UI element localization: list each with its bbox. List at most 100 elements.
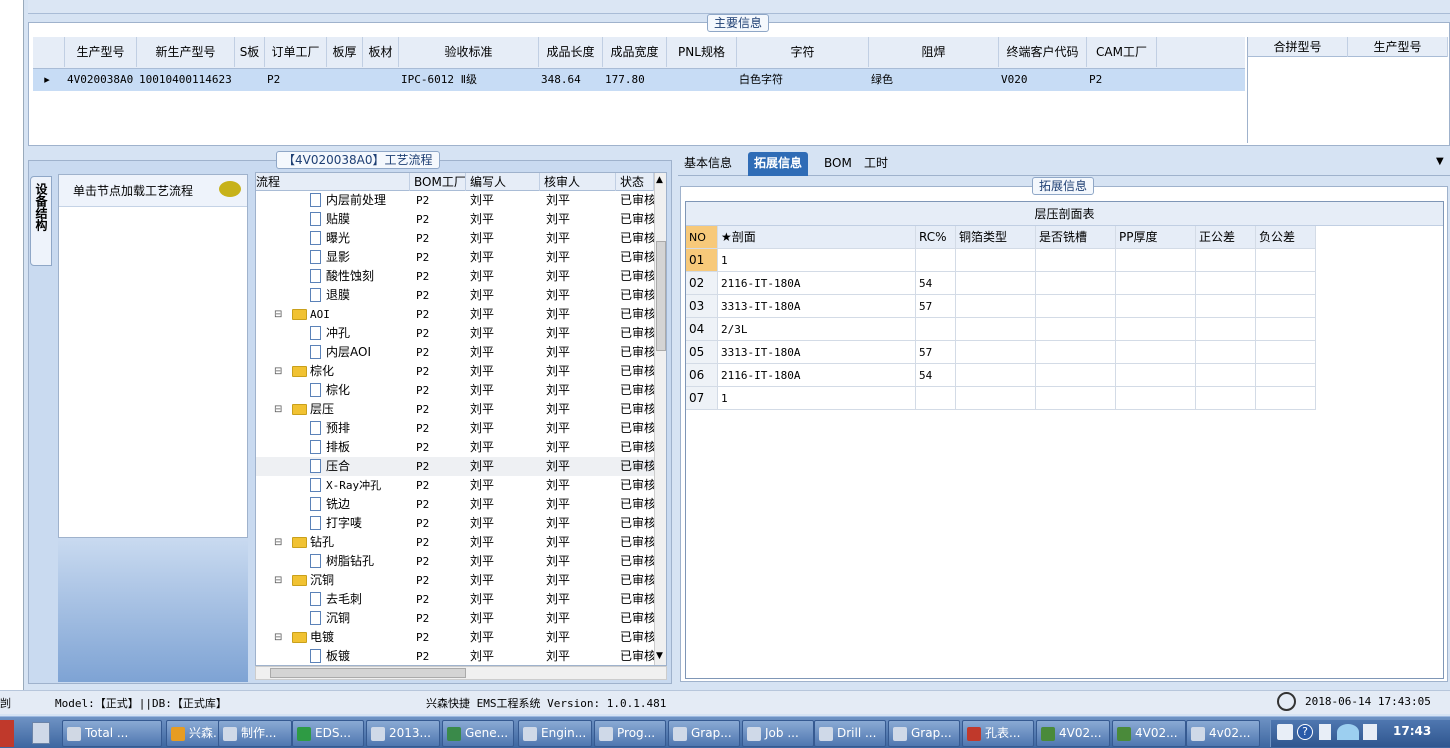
table-cell[interactable]: 06 [686, 364, 718, 387]
grid-cell[interactable]: 白色字符 [739, 69, 871, 91]
tree-node-label[interactable]: X-Ray冲孔 [326, 476, 381, 495]
tree-row[interactable]: X-Ray冲孔 P2 刘平 刘平 已审核 [256, 476, 666, 495]
taskbar-item[interactable]: Engin... [518, 720, 592, 747]
scroll-down-icon[interactable]: ▼ [656, 651, 663, 661]
tree-node-label[interactable]: 打字唛 [326, 514, 362, 533]
table-cell[interactable]: 57 [916, 341, 956, 364]
tab-2[interactable]: BOM [818, 152, 858, 176]
table-cell[interactable] [956, 387, 1036, 410]
table-cell[interactable]: 2/3L [718, 318, 916, 341]
table-cell[interactable] [956, 249, 1036, 272]
quicklaunch-icon[interactable] [32, 722, 50, 744]
table-cell[interactable] [1256, 387, 1316, 410]
dropdown-arrow-icon[interactable]: ▼ [1436, 156, 1444, 167]
collapse-icon[interactable]: ⊟ [274, 571, 282, 590]
table-cell[interactable] [1116, 364, 1196, 387]
grid-cell[interactable] [329, 69, 365, 91]
hscroll-thumb[interactable] [270, 668, 466, 678]
grid-cell[interactable] [237, 69, 267, 91]
column-header[interactable]: PNL规格 [667, 37, 737, 67]
tree-node-label[interactable]: 酸性蚀刻 [326, 267, 374, 286]
table-cell[interactable] [1116, 272, 1196, 295]
taskbar-item[interactable]: Grap... [888, 720, 960, 747]
tab-1[interactable]: 拓展信息 [748, 152, 809, 176]
tree-node-label[interactable]: 曝光 [326, 229, 350, 248]
grid-cell[interactable]: 绿色 [871, 69, 1001, 91]
table-cell[interactable] [1036, 249, 1116, 272]
table-cell[interactable] [956, 318, 1036, 341]
table-cell[interactable]: 1 [718, 387, 916, 410]
tree-node-label[interactable]: 内层AOI [326, 343, 371, 362]
tree-column-header[interactable]: BOM工厂 [410, 173, 466, 191]
table-cell[interactable] [1116, 387, 1196, 410]
network-icon[interactable] [1337, 724, 1359, 740]
table-cell[interactable] [1256, 341, 1316, 364]
table-cell[interactable] [1116, 318, 1196, 341]
column-header[interactable]: 阻焊 [869, 37, 999, 67]
tree-row[interactable]: ⊟ 电镀 P2 刘平 刘平 已审核 [256, 628, 666, 647]
tree-row[interactable]: 贴膜 P2 刘平 刘平 已审核 [256, 210, 666, 229]
tree-row[interactable]: ⊟ 沉铜 P2 刘平 刘平 已审核 [256, 571, 666, 590]
tab-3[interactable]: 工时 [858, 152, 894, 176]
column-header[interactable]: S板 [235, 37, 265, 67]
splitter-handle[interactable] [248, 176, 254, 676]
table-cell[interactable] [1256, 318, 1316, 341]
column-header[interactable]: 新生产型号 [137, 37, 235, 67]
table-cell[interactable]: 3313-IT-180A [718, 341, 916, 364]
table-cell[interactable]: 2116-IT-180A [718, 272, 916, 295]
tree-node-label[interactable]: 显影 [326, 248, 350, 267]
tree-node-label[interactable]: 排板 [326, 438, 350, 457]
tree-node-label[interactable]: 板镀 [326, 647, 350, 665]
column-header[interactable]: CAM工厂 [1087, 37, 1157, 67]
table-cell[interactable] [1036, 341, 1116, 364]
collapse-icon[interactable]: ⊟ [274, 305, 282, 324]
tree-node-label[interactable]: 棕化 [310, 362, 334, 381]
collapse-icon[interactable]: ⊟ [274, 400, 282, 419]
tree-row[interactable]: ⊟ AOI P2 刘平 刘平 已审核 [256, 305, 666, 324]
tree-node-label[interactable]: 预排 [326, 419, 350, 438]
column-header[interactable]: 生产型号 [1348, 37, 1448, 57]
column-header[interactable]: 板材 [363, 37, 399, 67]
table-cell[interactable]: 02 [686, 272, 718, 295]
grid-cell[interactable]: 348.64 [541, 69, 605, 91]
column-header[interactable]: 成品长度 [539, 37, 603, 67]
table-cell[interactable] [1256, 249, 1316, 272]
tab-0[interactable]: 基本信息 [678, 152, 738, 176]
taskbar-item[interactable]: Job ... [742, 720, 814, 747]
table-column-header[interactable]: ★剖面 [718, 226, 916, 249]
table-cell[interactable]: 07 [686, 387, 718, 410]
tree-row[interactable]: 内层AOI P2 刘平 刘平 已审核 [256, 343, 666, 362]
table-column-header[interactable]: NO [686, 226, 718, 249]
tree-row[interactable]: 排板 P2 刘平 刘平 已审核 [256, 438, 666, 457]
table-cell[interactable] [956, 364, 1036, 387]
taskbar-item[interactable]: Drill ... [814, 720, 886, 747]
table-cell[interactable] [916, 318, 956, 341]
tree-node-label[interactable]: 树脂钻孔 [326, 552, 374, 571]
tree-row[interactable]: ⊟ 层压 P2 刘平 刘平 已审核 [256, 400, 666, 419]
tree-row[interactable]: 板镀 P2 刘平 刘平 已审核 [256, 647, 666, 665]
collapse-icon[interactable]: ⊟ [274, 533, 282, 552]
scroll-up-icon[interactable]: ▲ [656, 175, 663, 185]
table-cell[interactable] [1256, 364, 1316, 387]
tree-row[interactable]: 棕化 P2 刘平 刘平 已审核 [256, 381, 666, 400]
keyboard-icon[interactable] [1277, 724, 1293, 740]
tree-node-label[interactable]: 铣边 [326, 495, 350, 514]
tree-vertical-scrollbar[interactable]: ▲ ▼ [654, 173, 666, 665]
grid-cell[interactable]: 10010400114623 [139, 69, 237, 91]
tree-node-label[interactable]: 贴膜 [326, 210, 350, 229]
table-cell[interactable] [1196, 295, 1256, 318]
table-cell[interactable]: 05 [686, 341, 718, 364]
grid-cell[interactable]: P2 [267, 69, 329, 91]
table-cell[interactable] [1036, 295, 1116, 318]
table-cell[interactable] [956, 341, 1036, 364]
table-column-header[interactable]: 负公差 [1256, 226, 1316, 249]
table-cell[interactable]: 57 [916, 295, 956, 318]
table-cell[interactable] [1256, 272, 1316, 295]
tree-node-label[interactable]: AOI [310, 305, 330, 324]
tree-row[interactable]: 铣边 P2 刘平 刘平 已审核 [256, 495, 666, 514]
tree-node-label[interactable]: 内层前处理 [326, 191, 386, 210]
grid-cell[interactable] [365, 69, 401, 91]
table-cell[interactable] [1036, 272, 1116, 295]
tree-node-label[interactable]: 冲孔 [326, 324, 350, 343]
tree-row[interactable]: 去毛刺 P2 刘平 刘平 已审核 [256, 590, 666, 609]
